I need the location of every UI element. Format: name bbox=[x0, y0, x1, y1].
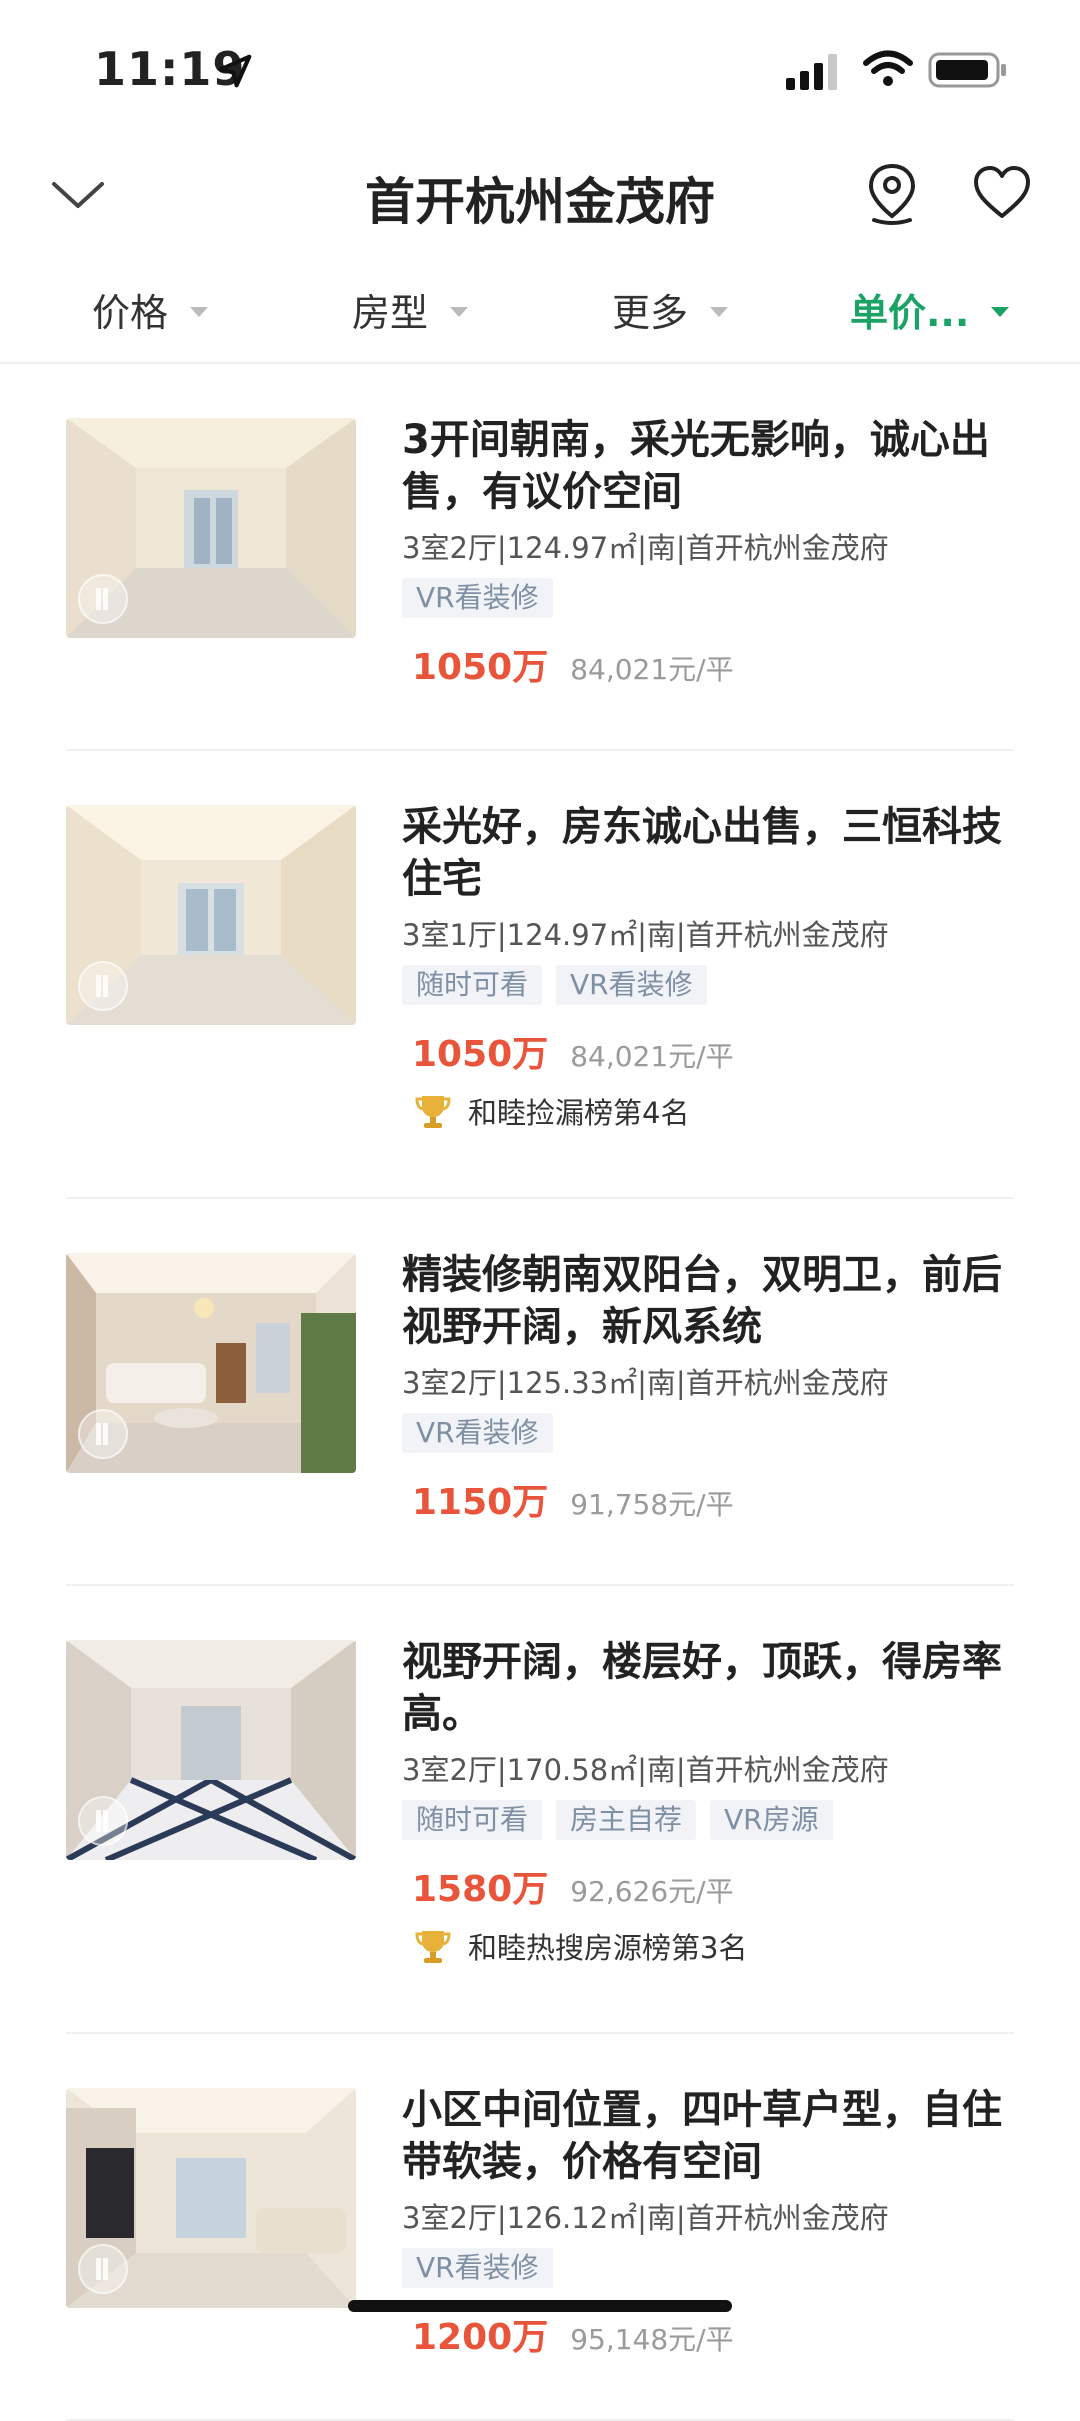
listing-tag: 随时可看 bbox=[402, 965, 543, 1005]
listing-photo[interactable] bbox=[66, 805, 356, 1025]
filter-more[interactable]: 更多 bbox=[612, 282, 729, 337]
ranking-text: 和睦捡漏榜第4名 bbox=[468, 1096, 690, 1130]
listing-item[interactable]: 采光好，房东诚心出售，三恒科技住宅 3室1厅|124.97㎡|南|首开杭州金茂府… bbox=[66, 751, 1014, 1199]
filter-price[interactable]: 价格 bbox=[92, 282, 209, 337]
vr-badge-icon bbox=[78, 961, 128, 1011]
location-arrow-icon bbox=[218, 54, 252, 88]
listing-tag: VR房源 bbox=[710, 1800, 833, 1840]
listing-tag: 房主自荐 bbox=[556, 1800, 697, 1840]
vr-badge-icon bbox=[78, 1409, 128, 1459]
listing-meta: 3室2厅|125.33㎡|南|首开杭州金茂府 bbox=[402, 1366, 889, 1400]
filter-label: 更多 bbox=[612, 291, 689, 335]
listing-tag: VR看装修 bbox=[402, 578, 553, 618]
page-title: 首开杭州金茂府 bbox=[365, 173, 715, 231]
listing-photo[interactable] bbox=[66, 2088, 356, 2308]
listing-unit-price: 84,021元/平 bbox=[570, 653, 734, 686]
ranking-badge[interactable]: 和睦捡漏榜第4名 bbox=[402, 1089, 1022, 1133]
listing-unit-price: 95,148元/平 bbox=[570, 2323, 734, 2356]
listing-item[interactable]: 3开间朝南，采光无影响，诚心出售，有议价空间 3室2厅|124.97㎡|南|首开… bbox=[66, 364, 1014, 751]
cellular-signal-icon bbox=[786, 54, 837, 90]
dropdown-triangle-icon bbox=[710, 306, 729, 317]
listing-price: 1050万 bbox=[412, 647, 549, 688]
listing-meta: 3室2厅|124.97㎡|南|首开杭州金茂府 bbox=[402, 531, 889, 565]
heart-icon[interactable] bbox=[972, 164, 1032, 220]
listing-unit-price: 92,626元/平 bbox=[570, 1875, 734, 1908]
listing-title: 精装修朝南双阳台，双明卫，前后视野开阔，新风系统 bbox=[402, 1252, 1002, 1350]
listing-photo[interactable] bbox=[66, 1253, 356, 1473]
dropdown-triangle-icon bbox=[991, 306, 1010, 317]
vr-badge-icon bbox=[78, 1796, 128, 1846]
listing-tag: VR看装修 bbox=[556, 965, 707, 1005]
listing-photo[interactable] bbox=[66, 1640, 356, 1860]
filter-label: 价格 bbox=[92, 291, 169, 335]
listing-price: 1580万 bbox=[412, 1869, 549, 1910]
listing-meta: 3室2厅|170.58㎡|南|首开杭州金茂府 bbox=[402, 1753, 889, 1787]
map-pin-icon[interactable] bbox=[866, 162, 918, 226]
listing-item[interactable]: 视野开阔，楼层好，顶跃，得房率高。 3室2厅|170.58㎡|南|首开杭州金茂府… bbox=[66, 1586, 1014, 2034]
ranking-badge[interactable]: 和睦热搜房源榜第3名 bbox=[402, 1924, 1022, 1968]
dropdown-triangle-icon bbox=[450, 306, 469, 317]
home-indicator[interactable] bbox=[348, 2300, 732, 2312]
ranking-text: 和睦热搜房源榜第3名 bbox=[468, 1931, 748, 1965]
listing-meta: 3室2厅|126.12㎡|南|首开杭州金茂府 bbox=[402, 2201, 889, 2235]
filter-unit-price[interactable]: 单价... bbox=[850, 282, 1010, 337]
listing-price: 1200万 bbox=[412, 2317, 549, 2358]
wifi-icon bbox=[863, 50, 913, 86]
listing-title: 视野开阔，楼层好，顶跃，得房率高。 bbox=[402, 1639, 1002, 1737]
trophy-icon bbox=[415, 1096, 451, 1128]
filter-label: 单价... bbox=[850, 291, 970, 335]
listing-price: 1050万 bbox=[412, 1034, 549, 1075]
listing-unit-price: 91,758元/平 bbox=[570, 1488, 734, 1521]
listing-title: 采光好，房东诚心出售，三恒科技住宅 bbox=[402, 804, 1002, 902]
listing-unit-price: 84,021元/平 bbox=[570, 1040, 734, 1073]
filter-bar: 价格 房型 更多 单价... bbox=[0, 270, 1080, 364]
listing-meta: 3室1厅|124.97㎡|南|首开杭州金茂府 bbox=[402, 918, 889, 952]
listing-list: 3开间朝南，采光无影响，诚心出售，有议价空间 3室2厅|124.97㎡|南|首开… bbox=[0, 364, 1080, 2421]
trophy-icon bbox=[415, 1931, 451, 1963]
listing-photo[interactable] bbox=[66, 418, 356, 638]
vr-badge-icon bbox=[78, 574, 128, 624]
listing-title: 3开间朝南，采光无影响，诚心出售，有议价空间 bbox=[402, 417, 990, 515]
listing-tag: VR看装修 bbox=[402, 2248, 553, 2288]
listing-title: 小区中间位置，四叶草户型，自住带软装，价格有空间 bbox=[402, 2087, 1002, 2185]
filter-layout[interactable]: 房型 bbox=[352, 282, 469, 337]
battery-icon bbox=[928, 52, 1006, 88]
filter-label: 房型 bbox=[352, 291, 429, 335]
listing-tag: VR看装修 bbox=[402, 1413, 553, 1453]
nav-header: 首开杭州金茂府 bbox=[0, 140, 1080, 250]
listing-tag: 随时可看 bbox=[402, 1800, 543, 1840]
vr-badge-icon bbox=[78, 2244, 128, 2294]
listing-item[interactable]: 精装修朝南双阳台，双明卫，前后视野开阔，新风系统 3室2厅|125.33㎡|南|… bbox=[66, 1199, 1014, 1586]
dropdown-triangle-icon bbox=[190, 306, 209, 317]
listing-price: 1150万 bbox=[412, 1482, 549, 1523]
listing-item[interactable]: 小区中间位置，四叶草户型，自住带软装，价格有空间 3室2厅|126.12㎡|南|… bbox=[66, 2034, 1014, 2421]
status-bar: 11:19 bbox=[0, 0, 1080, 130]
